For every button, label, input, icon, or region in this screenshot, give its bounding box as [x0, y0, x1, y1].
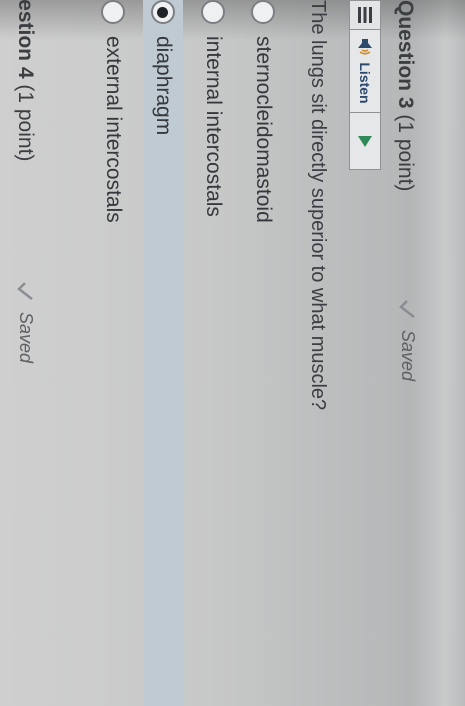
checkmark-icon	[399, 300, 415, 318]
option-label: internal intercostals	[202, 36, 225, 217]
option-label: sternocleidomastoid	[252, 36, 275, 223]
speaker-icon	[358, 39, 372, 55]
saved-status: Saved	[397, 298, 419, 381]
option-label: diaphragm	[152, 36, 175, 136]
menu-icon	[358, 7, 372, 23]
next-saved-label: Saved	[16, 312, 37, 364]
answer-option-internal-intercostals[interactable]: internal intercostals	[193, 0, 233, 706]
question-header: Question 3 (1 point)	[385, 0, 425, 191]
play-button[interactable]	[349, 113, 381, 170]
radio-dot	[157, 6, 169, 18]
checkmark-icon	[17, 282, 33, 300]
answer-option-diaphragm[interactable]: diaphragm	[143, 0, 183, 706]
listen-button[interactable]: Listen	[349, 30, 381, 113]
listen-toolbar: Listen	[349, 0, 381, 170]
next-question-points: (1 point)	[14, 84, 37, 162]
next-saved-status: Saved	[15, 280, 37, 363]
next-question-header: Question 4 (1 point)	[5, 0, 45, 161]
radio-button[interactable]	[101, 0, 125, 24]
play-icon	[358, 136, 372, 147]
listen-label: Listen	[357, 62, 373, 104]
question-points: (1 point)	[394, 114, 417, 192]
question-title: Question 3 (1 point)	[393, 0, 417, 191]
menu-button[interactable]	[349, 0, 381, 30]
next-question-number: Question 4	[14, 0, 37, 79]
answer-option-external-intercostals[interactable]: external intercostals	[93, 0, 133, 706]
saved-label: Saved	[398, 330, 419, 382]
radio-button[interactable]	[201, 0, 225, 24]
answer-option-sternocleidomastoid[interactable]: sternocleidomastoid	[243, 0, 283, 706]
option-label: external intercostals	[102, 36, 125, 223]
quiz-question-panel: Question 3 (1 point) Saved Listen The lu…	[0, 0, 465, 706]
question-text: The lungs sit directly superior to what …	[307, 0, 329, 411]
question-number: Question 3	[394, 0, 417, 109]
radio-button[interactable]	[251, 0, 275, 24]
radio-button-selected[interactable]	[151, 0, 175, 24]
